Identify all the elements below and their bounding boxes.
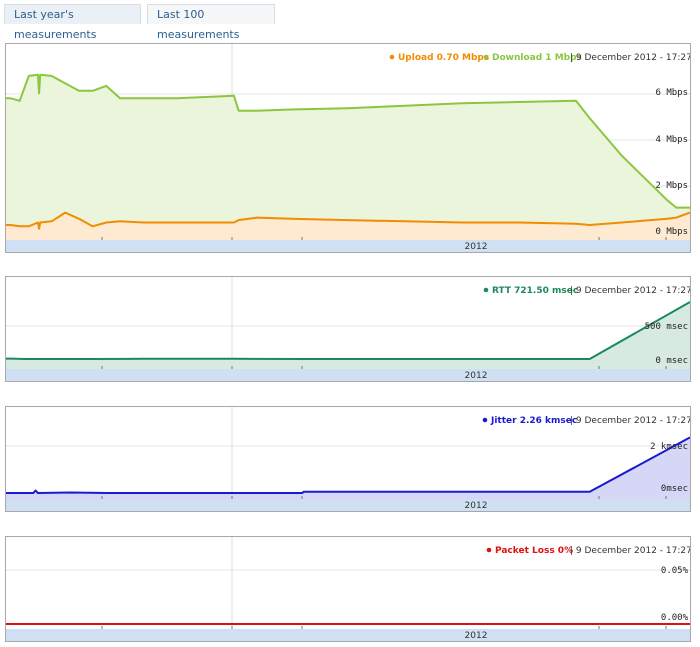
packet-loss-legend-label: Packet Loss 0%	[495, 546, 573, 556]
packet-loss-legend-dot	[486, 547, 492, 553]
bandwidth-plot	[6, 44, 690, 240]
y-tick-label: 0 msec	[655, 356, 688, 366]
time-axis-band	[6, 499, 690, 511]
jitter-legend-dot	[482, 417, 488, 423]
download-legend-dot	[483, 54, 489, 60]
rtt-legend-dot	[483, 287, 489, 293]
time-axis-band	[6, 369, 690, 381]
y-tick-label: 0 Mbps	[655, 227, 688, 237]
bandwidth-chart-svg: 2012 Upload 0.70 Mbps Download 1 Mbps | …	[6, 44, 690, 252]
packet-loss-chart: 2012 Packet Loss 0% | 9 December 2012 - …	[5, 536, 691, 642]
rtt-chart-svg: 2012 RTT 721.50 msec | 9 December 2012 -…	[6, 277, 690, 381]
time-axis-band	[6, 240, 690, 252]
year-label: 2012	[465, 631, 488, 641]
jitter-chart-svg: 2012 Jitter 2.26 kmsec | 9 December 2012…	[6, 407, 690, 511]
year-label: 2012	[465, 242, 488, 252]
rtt-legend-label: RTT 721.50 msec	[492, 286, 578, 296]
tab-last-year[interactable]: Last year's measurements	[4, 4, 141, 41]
y-tick-label: 0msec	[661, 484, 688, 494]
timestamp: | 9 December 2012 - 17:27	[570, 53, 690, 63]
y-tick-label: 2 kmsec	[650, 442, 688, 452]
timestamp: | 9 December 2012 - 17:27	[570, 546, 690, 556]
time-axis-band	[6, 629, 690, 641]
download-legend-label: Download 1 Mbps	[492, 53, 582, 63]
upload-legend-dot	[389, 54, 395, 60]
legend: Upload 0.70 Mbps Download 1 Mbps | 9 Dec…	[389, 53, 690, 63]
y-tick-label: 2 Mbps	[655, 181, 688, 191]
tab-last-100[interactable]: Last 100 measurements	[147, 4, 275, 41]
legend: RTT 721.50 msec | 9 December 2012 - 17:2…	[483, 286, 690, 296]
jitter-legend-label: Jitter 2.26 kmsec	[490, 416, 577, 426]
y-tick-label: 6 Mbps	[655, 88, 688, 98]
legend: Jitter 2.26 kmsec | 9 December 2012 - 17…	[482, 416, 690, 426]
rtt-chart: 2012 RTT 721.50 msec | 9 December 2012 -…	[5, 276, 691, 382]
year-label: 2012	[465, 371, 488, 381]
download-area	[6, 74, 690, 240]
y-tick-label: 0.05%	[661, 566, 689, 576]
y-tick-label: 500 msec	[645, 322, 688, 332]
jitter-area	[6, 437, 690, 499]
jitter-chart: 2012 Jitter 2.26 kmsec | 9 December 2012…	[5, 406, 691, 512]
upload-legend-label: Upload 0.70 Mbps	[398, 53, 489, 63]
y-tick-label: 4 Mbps	[655, 135, 688, 145]
timestamp: | 9 December 2012 - 17:27	[570, 416, 690, 426]
rtt-series-line	[6, 301, 690, 360]
timestamp: | 9 December 2012 - 17:27	[570, 286, 690, 296]
y-tick-label: 0.00%	[661, 613, 689, 623]
year-label: 2012	[465, 501, 488, 511]
packet-loss-chart-svg: 2012 Packet Loss 0% | 9 December 2012 - …	[6, 537, 690, 641]
bandwidth-chart: 2012 Upload 0.70 Mbps Download 1 Mbps | …	[5, 43, 691, 253]
legend: Packet Loss 0% | 9 December 2012 - 17:27	[486, 546, 690, 556]
